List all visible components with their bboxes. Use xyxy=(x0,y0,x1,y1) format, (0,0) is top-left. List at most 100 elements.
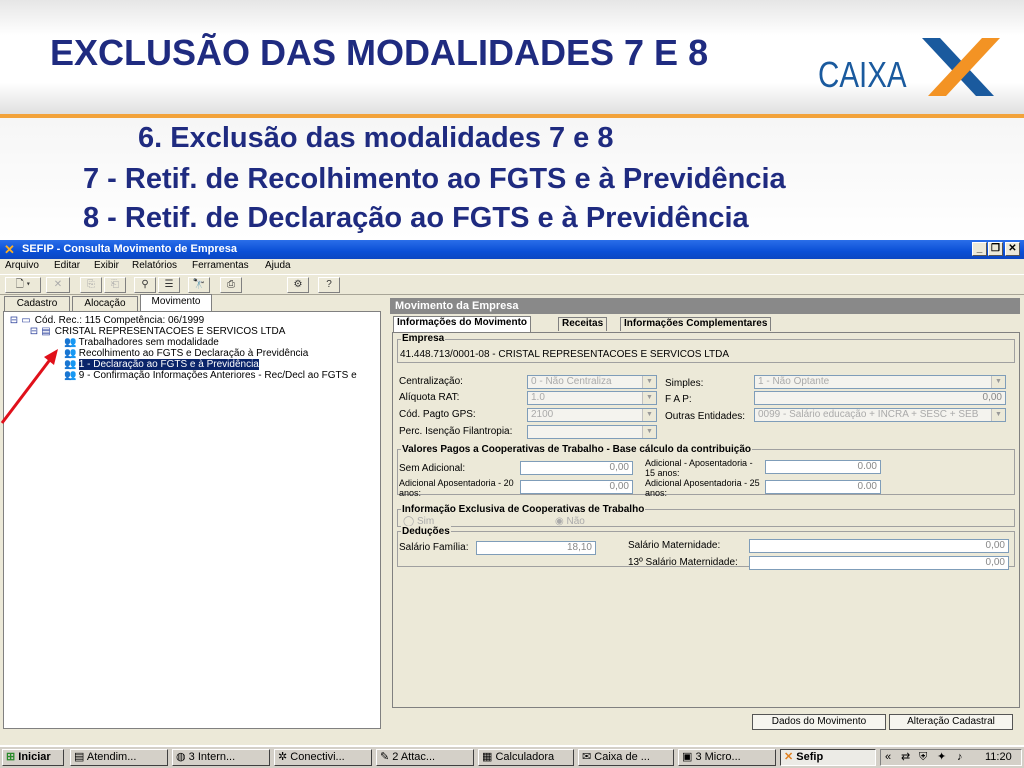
filantropia-select[interactable]: ▼ xyxy=(527,425,657,439)
centralizacao-select[interactable]: 0 - Não Centraliza ▼ xyxy=(527,375,657,389)
minimize-button[interactable]: _ xyxy=(972,242,987,256)
tree-item-trabalhadores[interactable]: 👥 Trabalhadores sem modalidade xyxy=(64,337,219,348)
document-icon: ✎ xyxy=(380,751,390,763)
filantropia-label: Perc. Isenção Filantropia: xyxy=(399,426,513,437)
rat-select[interactable]: 1.0 ▼ xyxy=(527,391,657,405)
fap-label: F A P: xyxy=(665,394,692,405)
new-document-icon[interactable]: 🗋 ▾ xyxy=(5,277,41,293)
empresa-group-title: Empresa xyxy=(401,333,446,344)
ap15-input[interactable]: 0.00 xyxy=(765,460,881,474)
slide-header: EXCLUSÃO DAS MODALIDADES 7 E 8 CAIXA xyxy=(0,0,1024,118)
execute-icon[interactable]: ⚙ xyxy=(287,277,309,293)
radio-nao[interactable]: ◉ Não xyxy=(555,516,585,527)
taskbar: ⊞ Iniciar ▤ Atendim... ◍ 3 Intern... ✲ C… xyxy=(0,746,1024,768)
window-icon: ▤ xyxy=(74,751,85,763)
taskbar-item-attachments[interactable]: ✎ 2 Attac... xyxy=(376,749,474,766)
copy-icon[interactable]: ⎘ xyxy=(80,277,102,293)
salario-familia-label: Salário Família: xyxy=(399,542,469,553)
people-icon: 👥 xyxy=(64,359,77,370)
tree-item-empresa[interactable]: ⊟ ▤ CRISTAL REPRESENTACOES E SERVICOS LTD… xyxy=(28,326,286,337)
menu-exibir[interactable]: Exibir xyxy=(94,260,119,271)
taskbar-item-caixa[interactable]: ✉ Caixa de ... xyxy=(578,749,674,766)
tray-shield-icon[interactable]: ⛨ xyxy=(919,750,927,765)
sefip-app-icon: ✕ xyxy=(4,242,15,257)
alteracao-cadastral-button[interactable]: Alteração Cadastral xyxy=(889,714,1013,730)
close-button[interactable]: ✕ xyxy=(1005,242,1020,256)
tree-item-declaracao[interactable]: 👥 1 - Declaração ao FGTS e à Previdência xyxy=(64,359,259,370)
window-title: SEFIP - Consulta Movimento de Empresa xyxy=(22,243,237,255)
app-icon: ▣ xyxy=(682,751,693,763)
computer-icon: ▭ xyxy=(21,315,31,326)
chevron-down-icon: ▼ xyxy=(642,376,656,388)
menu-relatorios[interactable]: Relatórios xyxy=(132,260,177,271)
tree-item-competencia[interactable]: ⊟ ▭ Cód. Rec.: 115 Competência: 06/1999 xyxy=(8,315,204,326)
sefip-window: ✕ SEFIP - Consulta Movimento de Empresa … xyxy=(0,240,1024,745)
restore-button[interactable]: ❐ xyxy=(988,242,1003,256)
tab-informacoes-movimento[interactable]: Informações do Movimento xyxy=(393,316,532,332)
sefip-icon: ✕ xyxy=(784,751,794,763)
collapse-icon[interactable]: ⊟ xyxy=(28,326,40,337)
menu-arquivo[interactable]: Arquivo xyxy=(5,260,39,271)
building-icon: ▤ xyxy=(41,326,51,337)
sem-adicional-label: Sem Adicional: xyxy=(399,463,466,474)
find-icon[interactable]: 🔭 xyxy=(188,277,210,293)
help-icon[interactable]: ? xyxy=(318,277,340,293)
windows-flag-icon: ⊞ xyxy=(6,751,16,763)
sem-adicional-input[interactable]: 0,00 xyxy=(520,461,633,475)
tree-item-recolhimento[interactable]: 👥 Recolhimento ao FGTS e Declaração à Pr… xyxy=(64,348,308,359)
tray-expand-icon[interactable]: « xyxy=(885,750,891,765)
taskbar-item-conectividade[interactable]: ✲ Conectivi... xyxy=(274,749,372,766)
ap15-label: Adicional - Aposentadoria - 15 anos: xyxy=(645,458,753,478)
toolbar: 🗋 ▾ ✕ ⎘ ⎗ ⚲ ☰ 🔭 ⎙ ⚙ ? xyxy=(0,274,1024,295)
list-icon[interactable]: ☰ xyxy=(158,277,180,293)
salario-maternidade-13-input[interactable]: 0,00 xyxy=(749,556,1009,570)
simples-select[interactable]: 1 - Não Optante ▼ xyxy=(754,375,1006,389)
people-icon: 👥 xyxy=(64,348,77,359)
taskbar-item-sefip[interactable]: ✕ Sefip xyxy=(780,749,876,766)
window-titlebar[interactable]: ✕ SEFIP - Consulta Movimento de Empresa … xyxy=(0,240,1024,259)
system-tray: « ⇄ ⛨ ✦ ♪ 11:20 xyxy=(880,749,1022,766)
menu-ferramentas[interactable]: Ferramentas xyxy=(192,260,249,271)
tree-structure-icon[interactable]: ⚲ xyxy=(134,277,156,293)
tab-receitas[interactable]: Receitas xyxy=(558,317,608,331)
menu-editar[interactable]: Editar xyxy=(54,260,80,271)
fap-input[interactable]: 0,00 xyxy=(754,391,1006,405)
start-button[interactable]: ⊞ Iniciar xyxy=(2,749,64,766)
chevron-down-icon: ▼ xyxy=(642,426,656,438)
slide-line-3: 8 - Retif. de Declaração ao FGTS e à Pre… xyxy=(83,202,749,234)
slide-title: EXCLUSÃO DAS MODALIDADES 7 E 8 xyxy=(50,32,709,73)
taskbar-item-calculadora[interactable]: ▦ Calculadora xyxy=(478,749,574,766)
gps-select[interactable]: 2100 ▼ xyxy=(527,408,657,422)
dados-movimento-button[interactable]: Dados do Movimento xyxy=(752,714,886,730)
tab-alocacao[interactable]: Alocação xyxy=(72,296,138,311)
simples-label: Simples: xyxy=(665,378,704,389)
menubar: Arquivo Editar Exibir Relatórios Ferrame… xyxy=(0,259,1024,273)
print-icon[interactable]: ⎙ xyxy=(220,277,242,293)
tray-network-icon[interactable]: ⇄ xyxy=(901,750,910,765)
chevron-down-icon: ▼ xyxy=(991,376,1005,388)
taskbar-item-atendimento[interactable]: ▤ Atendim... xyxy=(70,749,168,766)
tray-volume-icon[interactable]: ♪ xyxy=(957,750,963,765)
tab-informacoes-complementares[interactable]: Informações Complementares xyxy=(620,317,772,331)
ap20-input[interactable]: 0,00 xyxy=(520,480,633,494)
empresa-value: 41.448.713/0001-08 - CRISTAL REPRESENTAC… xyxy=(400,349,730,360)
rat-label: Alíquota RAT: xyxy=(399,392,460,403)
tab-cadastro[interactable]: Cadastro xyxy=(4,296,70,311)
taskbar-item-internet[interactable]: ◍ 3 Intern... xyxy=(172,749,270,766)
menu-ajuda[interactable]: Ajuda xyxy=(265,260,291,271)
ap25-input[interactable]: 0.00 xyxy=(765,480,881,494)
paste-icon[interactable]: ⎗ xyxy=(104,277,126,293)
cooperativas-group-title: Valores Pagos a Cooperativas de Trabalho… xyxy=(401,444,753,455)
ap20-label: Adicional Aposentadoria - 20 anos: xyxy=(399,478,514,498)
exclusiva-group-title: Informação Exclusiva de Cooperativas de … xyxy=(401,504,646,515)
delete-icon[interactable]: ✕ xyxy=(46,277,70,293)
tree-item-confirmacao[interactable]: 👥 9 - Confirmação Informações Anteriores… xyxy=(64,370,357,381)
centralizacao-label: Centralização: xyxy=(399,376,463,387)
outras-entidades-select[interactable]: 0099 - Salário educação + INCRA + SESC +… xyxy=(754,408,1006,422)
salario-familia-input[interactable]: 18,10 xyxy=(476,541,596,555)
tray-app-icon[interactable]: ✦ xyxy=(937,750,946,765)
collapse-icon[interactable]: ⊟ xyxy=(8,315,20,326)
salario-maternidade-input[interactable]: 0,00 xyxy=(749,539,1009,553)
taskbar-item-microsoft[interactable]: ▣ 3 Micro... xyxy=(678,749,776,766)
tab-movimento[interactable]: Movimento xyxy=(140,294,212,311)
